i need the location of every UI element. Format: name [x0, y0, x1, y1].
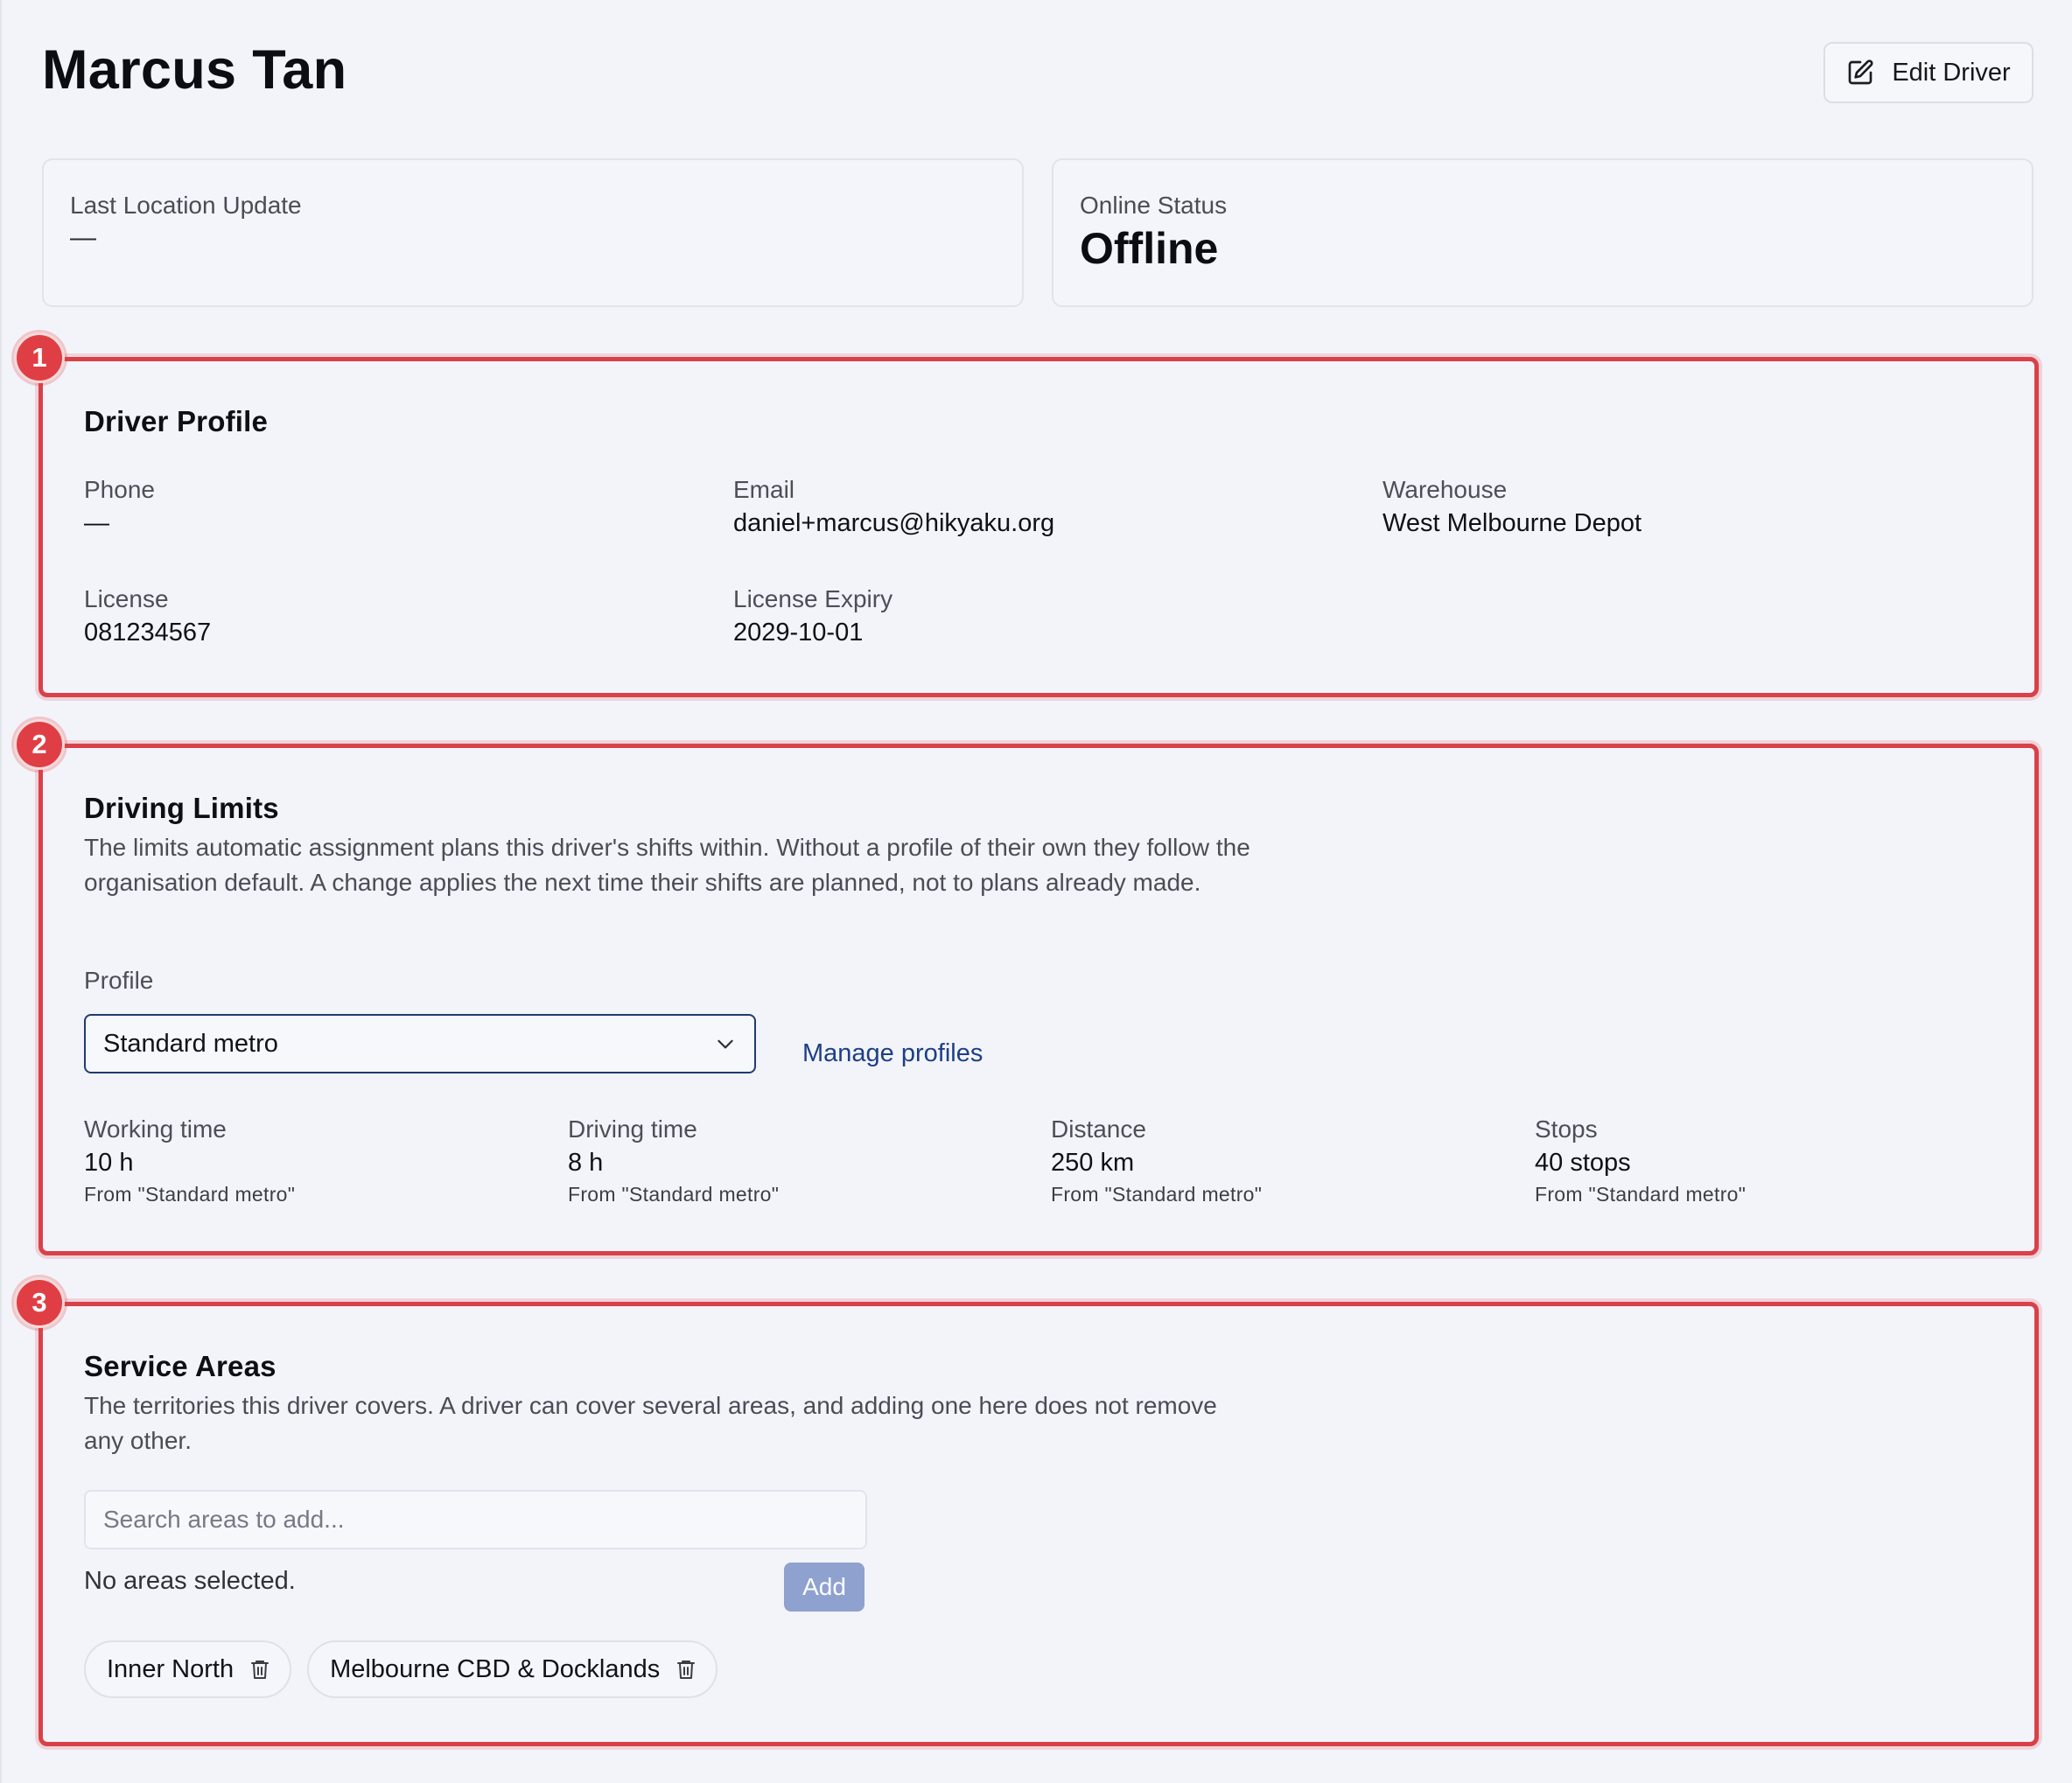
metric-source-note: From "Standard metro"	[1535, 1183, 1746, 1206]
email-field: Email daniel+marcus@hikyaku.org	[733, 476, 1054, 538]
area-search-input[interactable]	[84, 1490, 867, 1549]
metric-value: 40 stops	[1535, 1149, 1631, 1177]
metric-source-note: From "Standard metro"	[568, 1183, 780, 1206]
add-area-button[interactable]: Add	[784, 1563, 864, 1612]
phone-label: Phone	[84, 476, 155, 503]
metric-label: Driving time	[568, 1115, 697, 1143]
edit-driver-button[interactable]: Edit Driver	[1824, 42, 2034, 103]
metric-label: Stops	[1535, 1115, 1598, 1143]
trash-icon[interactable]	[676, 1658, 696, 1681]
metric-label: Distance	[1051, 1115, 1146, 1143]
area-chip: Melbourne CBD & Docklands	[307, 1640, 718, 1698]
online-status-value: Offline	[1080, 224, 1219, 273]
service-areas-description: The territories this driver covers. A dr…	[84, 1392, 1217, 1454]
profile-select[interactable]: Standard metro	[84, 1014, 756, 1073]
driver-profile-section: 1 Driver Profile Phone — Email daniel+ma…	[14, 332, 2039, 697]
metric-value: 8 h	[568, 1149, 604, 1177]
last-location-card: Last Location Update —	[42, 158, 1024, 307]
profile-select-value: Standard metro	[103, 1029, 278, 1058]
edit-icon	[1848, 59, 1873, 85]
trash-icon[interactable]	[249, 1658, 270, 1681]
email-value: daniel+marcus@hikyaku.org	[733, 509, 1055, 537]
license-expiry-field: License Expiry 2029-10-01	[733, 585, 892, 647]
service-areas-title: Service Areas	[84, 1350, 276, 1382]
page-title: Marcus Tan	[42, 39, 347, 101]
chevron-down-icon	[718, 1039, 733, 1049]
manage-profiles-link[interactable]: Manage profiles	[802, 1039, 983, 1068]
driving-limits-title: Driving Limits	[84, 792, 279, 824]
profile-label: Profile	[84, 967, 154, 994]
last-location-label: Last Location Update	[70, 192, 302, 219]
metric-driving-time: Driving time 8 h From "Standard metro"	[568, 1115, 779, 1206]
driving-limits-description: The limits automatic assignment plans th…	[84, 834, 1250, 896]
driving-limits-section: 2 Driving Limits The limits automatic as…	[14, 719, 2039, 1255]
no-areas-text: No areas selected.	[84, 1567, 296, 1595]
warehouse-value: West Melbourne Depot	[1382, 509, 1642, 537]
license-field: License 081234567	[84, 585, 211, 647]
area-chip-label: Inner North	[107, 1654, 234, 1683]
area-chip-list: Inner North Melbourne CBD & Docklands	[84, 1640, 718, 1698]
profile-field-label-wrap: Profile	[84, 967, 153, 995]
metric-value: 10 h	[84, 1149, 134, 1177]
edit-driver-label: Edit Driver	[1892, 58, 2011, 87]
online-status-card: Online Status Offline	[1052, 158, 2034, 307]
warehouse-field: Warehouse West Melbourne Depot	[1382, 476, 1642, 538]
section-badge-1: 1	[14, 332, 65, 383]
section-badge-2: 2	[14, 719, 65, 770]
phone-value: —	[84, 509, 109, 537]
email-label: Email	[733, 476, 795, 503]
page-edge-divider	[0, 0, 2, 1783]
service-areas-section: 3 Service Areas The territories this dri…	[14, 1277, 2039, 1746]
metric-distance: Distance 250 km From "Standard metro"	[1051, 1115, 1262, 1206]
last-location-value: —	[70, 223, 96, 252]
area-chip: Inner North	[84, 1640, 292, 1698]
warehouse-label: Warehouse	[1382, 476, 1508, 503]
section-badge-3: 3	[14, 1277, 65, 1328]
metric-value: 250 km	[1051, 1149, 1135, 1177]
area-chip-label: Melbourne CBD & Docklands	[330, 1654, 661, 1683]
metric-source-note: From "Standard metro"	[84, 1183, 296, 1206]
license-expiry-value: 2029-10-01	[733, 619, 864, 647]
license-expiry-label: License Expiry	[733, 585, 893, 612]
phone-field: Phone —	[84, 476, 155, 538]
metric-source-note: From "Standard metro"	[1051, 1183, 1263, 1206]
license-value: 081234567	[84, 619, 212, 647]
online-status-label: Online Status	[1080, 192, 1228, 219]
license-label: License	[84, 585, 169, 612]
metric-label: Working time	[84, 1115, 227, 1143]
driver-profile-title: Driver Profile	[84, 405, 269, 437]
metric-stops: Stops 40 stops From "Standard metro"	[1535, 1115, 1746, 1206]
metric-working-time: Working time 10 h From "Standard metro"	[84, 1115, 295, 1206]
